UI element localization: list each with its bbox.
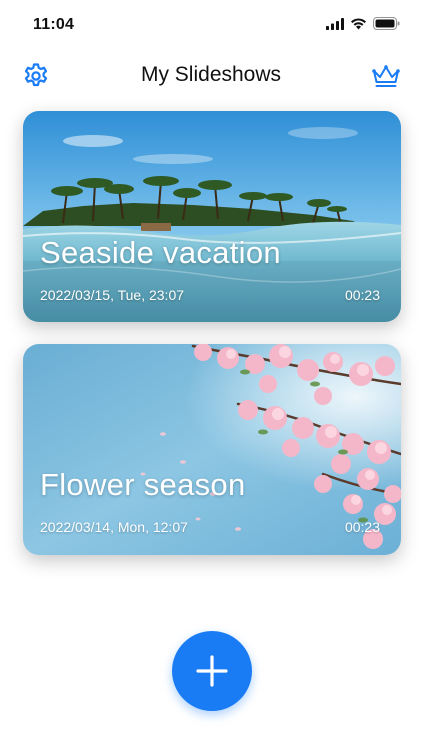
add-slideshow-button[interactable] <box>172 631 252 711</box>
slideshow-duration: 00:23 <box>344 519 380 535</box>
slideshow-date: 2022/03/14, Mon, 12:07 <box>40 519 188 535</box>
slideshow-card[interactable]: Flower season 2022/03/14, Mon, 12:07 00:… <box>23 344 401 555</box>
navigation-bar: My Slideshows <box>0 50 422 100</box>
status-time: 11:04 <box>33 16 75 33</box>
slideshow-title: Seaside vacation <box>40 235 281 270</box>
plus-icon <box>196 655 228 687</box>
battery-icon <box>373 17 400 30</box>
slideshow-card[interactable]: Seaside vacation 2022/03/15, Tue, 23:07 … <box>23 111 401 322</box>
crown-icon <box>372 65 400 87</box>
cellular-signal-icon <box>326 17 344 30</box>
premium-button[interactable] <box>368 60 404 92</box>
status-icons <box>326 17 400 30</box>
slideshow-date: 2022/03/15, Tue, 23:07 <box>40 287 185 303</box>
status-bar: 11:04 <box>0 0 422 50</box>
page-title: My Slideshows <box>140 63 282 86</box>
slideshow-title: Flower season <box>40 467 246 502</box>
wifi-icon <box>351 17 366 29</box>
slideshow-duration: 00:23 <box>344 287 380 303</box>
